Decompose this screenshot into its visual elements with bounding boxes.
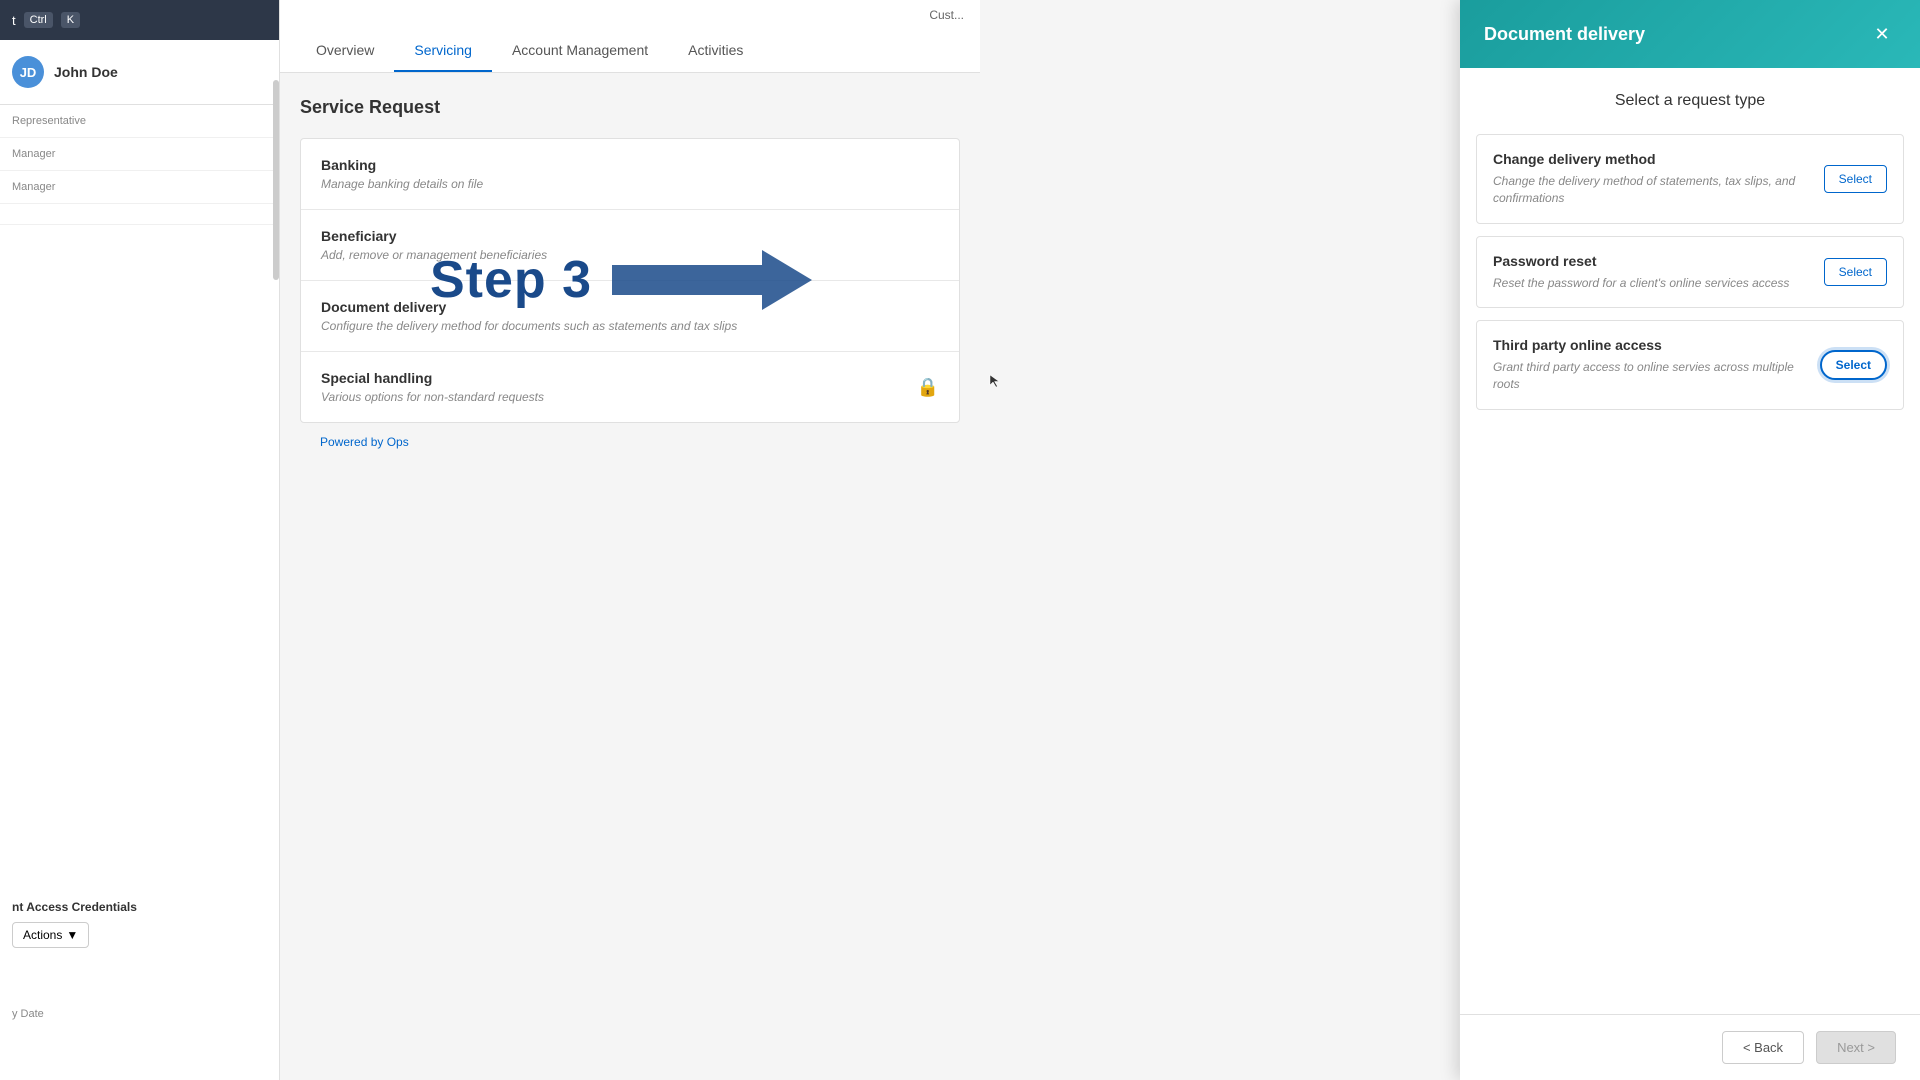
sidebar-field-blank: [0, 204, 279, 225]
panel-footer: < Back Next >: [1460, 1014, 1920, 1080]
credentials-title: nt Access Credentials: [12, 900, 248, 914]
header-top: Cust...: [280, 0, 980, 30]
sidebar-field-manager1: Manager: [0, 138, 279, 171]
manager2-label: Manager: [12, 181, 267, 193]
kbd-k: K: [61, 12, 80, 28]
mouse-cursor: [988, 373, 1004, 389]
back-button[interactable]: < Back: [1722, 1031, 1804, 1064]
sidebar-field-representative: Representative: [0, 105, 279, 138]
tab-servicing[interactable]: Servicing: [394, 30, 492, 72]
cust-button[interactable]: Cust...: [929, 8, 964, 22]
service-item-document-delivery[interactable]: Document delivery Configure the delivery…: [301, 281, 959, 352]
avatar: JD: [12, 56, 44, 88]
sidebar-date-field: y Date: [12, 1008, 44, 1020]
main-content: Cust... Overview Servicing Account Manag…: [280, 0, 980, 1080]
service-item-banking-info: Banking Manage banking details on file: [321, 157, 483, 191]
representative-label: Representative: [12, 115, 267, 127]
sidebar-user: JD John Doe: [0, 40, 279, 105]
username: John Doe: [54, 64, 118, 80]
next-button[interactable]: Next >: [1816, 1031, 1896, 1064]
request-list: Change delivery method Change the delive…: [1460, 134, 1920, 574]
request-item-third-party-info: Third party online access Grant third pa…: [1493, 337, 1808, 393]
request-item-third-party[interactable]: Third party online access Grant third pa…: [1476, 320, 1904, 410]
kbd-ctrl: Ctrl: [24, 12, 53, 28]
request-item-change-delivery[interactable]: Change delivery method Change the delive…: [1476, 134, 1904, 224]
select-button-password-reset[interactable]: Select: [1824, 258, 1887, 286]
service-item-special-info: Special handling Various options for non…: [321, 370, 544, 404]
sidebar-topbar: t Ctrl K: [0, 0, 279, 40]
select-button-change-delivery[interactable]: Select: [1824, 165, 1887, 193]
select-button-third-party[interactable]: Select: [1820, 350, 1887, 380]
service-item-banking[interactable]: Banking Manage banking details on file: [301, 139, 959, 210]
chevron-down-icon: ▼: [66, 928, 78, 942]
sidebar: t Ctrl K JD John Doe Representative Mana…: [0, 0, 280, 1080]
page-title: Service Request: [300, 97, 960, 118]
request-item-change-info: Change delivery method Change the delive…: [1493, 151, 1812, 207]
service-list: Banking Manage banking details on file B…: [300, 138, 960, 423]
sidebar-field-manager2: Manager: [0, 171, 279, 204]
tab-bar: Overview Servicing Account Management Ac…: [280, 30, 980, 72]
request-item-password-reset[interactable]: Password reset Reset the password for a …: [1476, 236, 1904, 309]
main-body: Service Request Banking Manage banking d…: [280, 73, 980, 485]
panel-subtitle: Select a request type: [1460, 68, 1920, 134]
lock-icon: 🔒: [917, 377, 939, 398]
service-item-document-info: Document delivery Configure the delivery…: [321, 299, 737, 333]
powered-by: Powered by Ops: [300, 423, 960, 461]
service-item-beneficiary-info: Beneficiary Add, remove or management be…: [321, 228, 547, 262]
actions-button[interactable]: Actions ▼: [12, 922, 89, 948]
topbar-text: t: [12, 13, 16, 28]
service-item-special-handling[interactable]: Special handling Various options for non…: [301, 352, 959, 422]
sidebar-scrollbar[interactable]: [273, 80, 279, 280]
service-item-beneficiary[interactable]: Beneficiary Add, remove or management be…: [301, 210, 959, 281]
close-icon: ✕: [1874, 24, 1889, 45]
panel-spacer: [1460, 574, 1920, 1014]
manager1-label: Manager: [12, 148, 267, 160]
right-panel: Document delivery ✕ Select a request typ…: [1460, 0, 1920, 1080]
request-item-password-info: Password reset Reset the password for a …: [1493, 253, 1812, 292]
main-header: Cust... Overview Servicing Account Manag…: [280, 0, 980, 73]
tab-overview[interactable]: Overview: [296, 30, 394, 72]
panel-title: Document delivery: [1484, 24, 1645, 45]
tab-account-management[interactable]: Account Management: [492, 30, 668, 72]
tab-activities[interactable]: Activities: [668, 30, 763, 72]
panel-header: Document delivery ✕: [1460, 0, 1920, 68]
sidebar-credentials: nt Access Credentials Actions ▼: [0, 888, 260, 960]
close-button[interactable]: ✕: [1868, 20, 1896, 48]
